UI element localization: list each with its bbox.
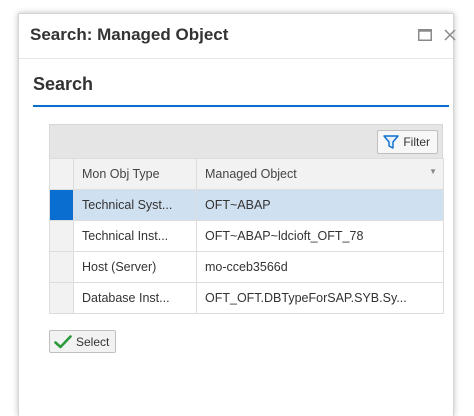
cell-managed-object: OFT~ABAP: [196, 189, 444, 221]
table-row[interactable]: Database Inst... OFT_OFT.DBTypeForSAP.SY…: [49, 282, 444, 314]
section-underline: [33, 105, 449, 107]
results-table-container: Filter Mon Obj Type Managed Object ▼ Tec…: [49, 124, 444, 314]
select-button-label: Select: [76, 334, 110, 349]
sort-filter-icon: ▼: [429, 167, 437, 176]
close-button[interactable]: [441, 26, 459, 44]
cell-managed-object: OFT_OFT.DBTypeForSAP.SYB.Sy...: [196, 282, 444, 314]
row-selector[interactable]: [49, 251, 74, 283]
results-table: Mon Obj Type Managed Object ▼ Technical …: [49, 158, 444, 314]
cell-mon-obj-type: Technical Syst...: [73, 189, 197, 221]
column-header-managed-object[interactable]: Managed Object ▼: [196, 158, 444, 190]
table-header-row: Mon Obj Type Managed Object ▼: [49, 158, 444, 190]
maximize-button[interactable]: [416, 26, 434, 44]
close-icon: [444, 29, 456, 41]
maximize-icon: [418, 29, 432, 41]
select-all-cell[interactable]: [49, 158, 74, 190]
table-row[interactable]: Host (Server) mo-cceb3566d: [49, 251, 444, 283]
dialog-title-bar[interactable]: Search: Managed Object: [19, 14, 456, 58]
cell-mon-obj-type: Database Inst...: [73, 282, 197, 314]
cell-mon-obj-type: Technical Inst...: [73, 220, 197, 252]
cell-managed-object: OFT~ABAP~ldcioft_OFT_78: [196, 220, 444, 252]
search-dialog: Search: Managed Object Search Filter Mon…: [18, 13, 456, 416]
cell-mon-obj-type: Host (Server): [73, 251, 197, 283]
row-selector[interactable]: [49, 220, 74, 252]
table-row[interactable]: Technical Inst... OFT~ABAP~ldcioft_OFT_7…: [49, 220, 444, 252]
column-header-mon-obj-type[interactable]: Mon Obj Type: [73, 158, 197, 190]
row-selector[interactable]: [49, 282, 74, 314]
column-header-managed-object-label: Managed Object: [205, 167, 297, 181]
table-row[interactable]: Technical Syst... OFT~ABAP: [49, 189, 444, 221]
row-selector[interactable]: [49, 189, 74, 221]
cell-managed-object: mo-cceb3566d: [196, 251, 444, 283]
title-divider: [19, 58, 453, 59]
funnel-icon: [383, 134, 400, 149]
table-toolbar: Filter: [49, 124, 443, 158]
filter-button[interactable]: Filter: [377, 130, 438, 154]
dialog-title: Search: Managed Object: [30, 25, 229, 44]
section-title: Search: [33, 74, 94, 94]
select-button[interactable]: Select: [49, 330, 117, 353]
filter-button-label: Filter: [403, 135, 430, 149]
checkmark-icon: [54, 334, 72, 348]
